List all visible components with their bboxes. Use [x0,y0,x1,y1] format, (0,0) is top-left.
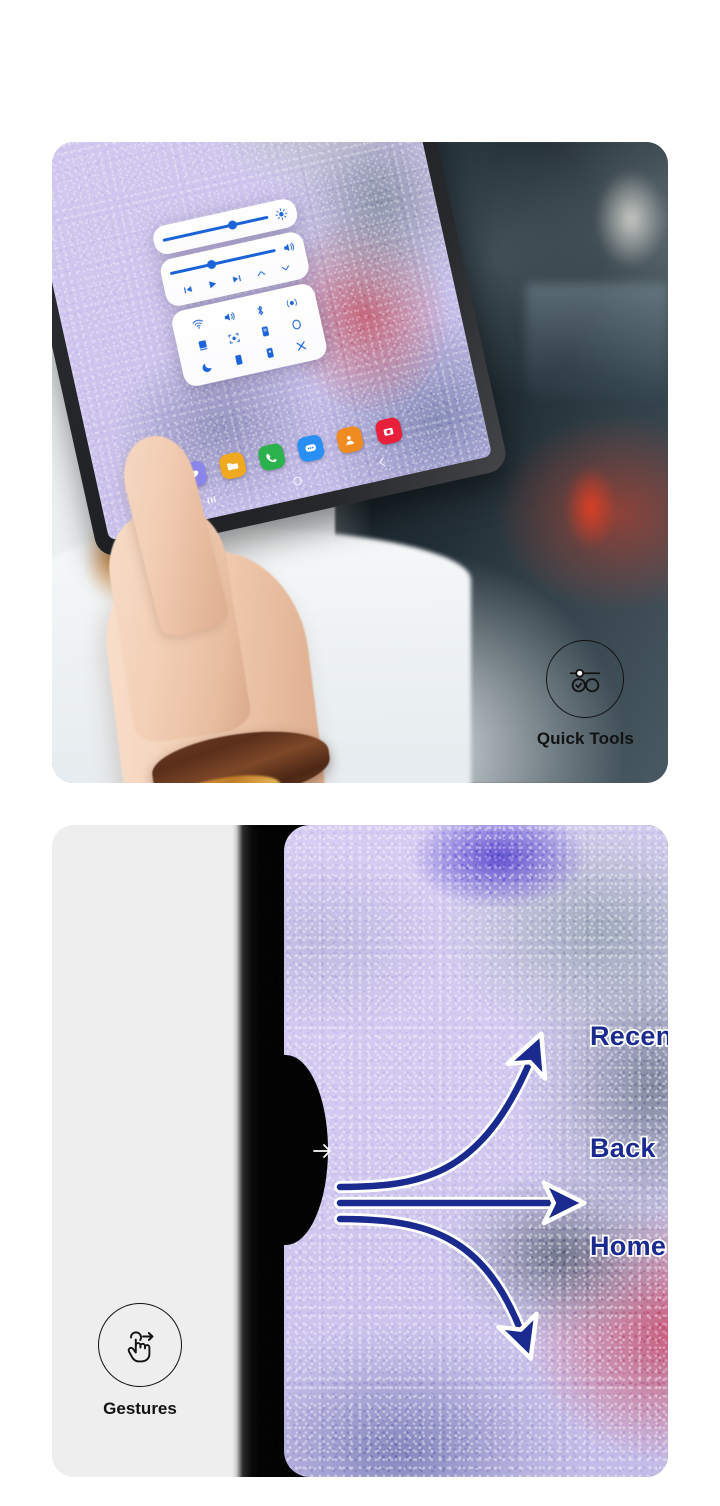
quick-tools-label: Quick Tools [536,729,634,748]
wifi-icon[interactable] [190,316,206,332]
back-icon[interactable] [374,454,390,470]
tablet-screen: 12:45 [52,142,493,541]
mobile-data-icon[interactable] [257,324,273,340]
gesture-label-home: Home [588,1229,667,1263]
gesture-arrow-recent [334,1031,548,1193]
page-root: 12:45 [0,0,720,1506]
chevron-up-icon[interactable] [248,265,275,282]
dock-icon-messages[interactable] [295,433,326,464]
bluetooth-icon[interactable] [253,303,267,317]
previous-icon[interactable] [174,281,201,298]
gesture-arrows: Recent Back Home [258,825,668,1477]
close-icon[interactable] [293,338,309,354]
play-icon[interactable] [199,276,226,293]
chevron-down-icon[interactable] [272,259,299,276]
dock-icon-phone[interactable] [256,442,287,473]
gestures-icon [98,1303,182,1387]
dock-icon-my-files[interactable] [217,450,248,481]
home-icon[interactable] [289,473,305,489]
next-icon[interactable] [223,270,250,287]
gesture-label-recent: Recent [588,1019,668,1053]
gestures-card: Recent Back Home Gestures [52,825,668,1477]
gestures-label: Gestures [103,1399,177,1418]
circle-icon[interactable] [288,317,304,333]
screenshot-icon[interactable] [195,338,211,354]
traffic-light-blur [563,462,619,553]
scan-icon[interactable] [226,331,242,347]
sound-icon[interactable] [221,309,237,325]
tablet-screen-closeup: Recent Back Home [258,825,668,1477]
gestures-badge: Gestures [98,1303,182,1419]
vibrate-icon[interactable] [284,295,300,311]
quick-tools-card: 12:45 [52,142,668,783]
volume-icon [281,240,297,256]
dock-icon-contacts[interactable] [334,424,365,455]
gesture-label-back: Back [588,1131,657,1165]
gesture-arrow-home [334,1213,539,1361]
brightness-icon [274,206,290,222]
dock-icon-camera[interactable] [373,416,404,447]
recents-icon[interactable] [204,492,220,508]
night-mode-icon[interactable] [199,359,215,375]
quick-tools-badge: Quick Tools [537,640,634,749]
blue-light-icon[interactable] [231,352,247,368]
device-icon[interactable] [262,345,278,361]
quick-tools-icon [546,640,625,718]
